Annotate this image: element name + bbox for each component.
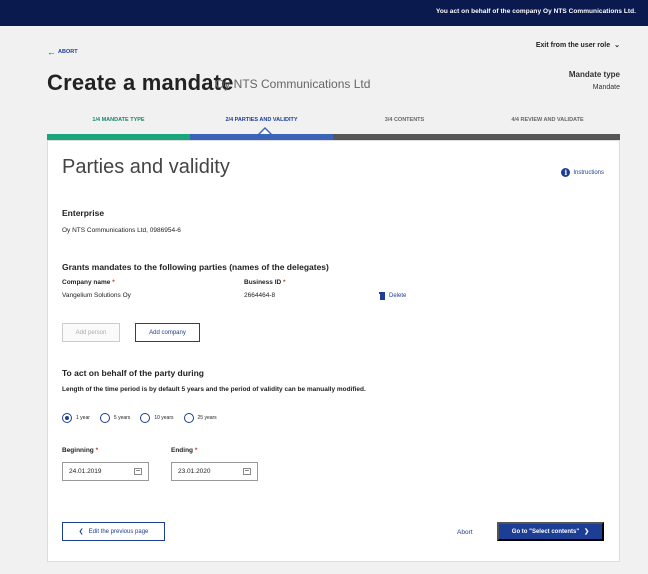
delete-label: Delete [389,293,407,299]
abort-button[interactable]: Abort [457,529,473,536]
delete-delegate-button[interactable]: Delete [379,292,406,300]
beginning-date-value: 24.01.2019 [69,468,102,475]
radio-5-years[interactable]: 5 years [99,413,131,423]
trash-icon [379,292,385,300]
active-step-indicator-inner [260,129,270,134]
info-icon: i [561,168,571,177]
beginning-label: Beginning * [62,447,99,454]
enterprise-value: Oy NTS Communications Ltd, 0986954-6 [62,227,181,234]
validity-heading: To act on behalf of the party during [62,368,204,378]
chevron-left-icon: ❮ [78,529,84,535]
top-bar: You act on behalf of the company Oy NTS … [0,0,648,26]
calendar-icon[interactable] [243,468,251,475]
exit-user-role-menu[interactable]: Exit from the user role ⌄ [535,41,620,50]
required-marker: * [95,447,99,454]
step-review-and-validate: 4/4 REVIEW AND VALIDATE [511,117,584,123]
required-marker: * [112,279,115,286]
radio-label: 5 years [113,415,131,421]
ending-date-value: 23.01.2020 [178,468,211,475]
ending-label: Ending * [171,447,198,454]
mandate-type-value: Mandate [592,84,620,91]
delegate-business-id: 2664464-8 [244,292,276,299]
abort-link[interactable]: ← ABORT [47,47,78,57]
instructions-label: Instructions [573,169,604,176]
radio-circle[interactable] [140,413,151,423]
go-to-select-contents-label: Go to "Select contents" [511,528,580,535]
business-id-label: Business ID * [244,279,286,286]
radio-10-years[interactable]: 10 years [140,413,174,423]
step-mandate-type: 1/4 MANDATE TYPE [92,117,145,123]
radio-label: 10 years [154,415,174,421]
ending-date-field[interactable]: 23.01.2020 [171,462,258,481]
required-marker: * [283,279,286,286]
add-person-button[interactable]: Add person [62,323,120,342]
radio-label: 1 year [76,415,90,421]
company-name-label: Company name * [62,279,115,286]
step-contents: 3/4 CONTENTS [384,117,425,123]
arrow-left-icon: ← [47,47,56,57]
delegates-heading: Grants mandates to the following parties… [62,262,329,272]
radio-label: 25 years [197,415,217,421]
exit-user-role-label: Exit from the user role [535,41,611,49]
radio-1-year[interactable]: 1 year [62,413,90,423]
edit-previous-page-button[interactable]: ❮ Edit the previous page [62,522,165,541]
chevron-right-icon: ❯ [584,529,590,535]
acting-on-behalf-note: You act on behalf of the company Oy NTS … [435,8,636,15]
radio-circle[interactable] [183,413,194,423]
delegate-company-name: Vangelium Solutions Oy [62,292,131,299]
radio-circle[interactable] [99,413,110,423]
radio-circle-checked[interactable] [62,413,72,423]
validity-note: Length of the time period is by default … [62,386,366,393]
main-card [47,140,620,562]
progress-steps: 1/4 MANDATE TYPE 2/4 PARTIES AND VALIDIT… [47,113,620,143]
go-to-select-contents-button[interactable]: Go to "Select contents" ❯ [497,522,604,541]
instructions-link[interactable]: i Instructions [561,168,604,177]
required-marker: * [194,447,198,454]
radio-25-years[interactable]: 25 years [183,413,217,423]
abort-link-label: ABORT [58,49,78,55]
add-company-button[interactable]: Add company [135,323,200,342]
enterprise-heading: Enterprise [62,208,105,218]
edit-previous-page-label: Edit the previous page [88,528,149,535]
page-title: Create a mandate [47,70,234,95]
chevron-down-icon: ⌄ [614,42,620,49]
section-title: Parties and validity [62,156,230,178]
calendar-icon[interactable] [134,468,142,475]
beginning-date-field[interactable]: 24.01.2019 [62,462,149,481]
validity-period-radio-group: 1 year 5 years 10 years 25 years [62,413,227,423]
mandate-type-label: Mandate type [568,70,620,79]
page-subtitle: Oy NTS Communications Ltd [215,77,371,91]
step-parties-and-validity: 2/4 PARTIES AND VALIDITY [225,117,298,123]
